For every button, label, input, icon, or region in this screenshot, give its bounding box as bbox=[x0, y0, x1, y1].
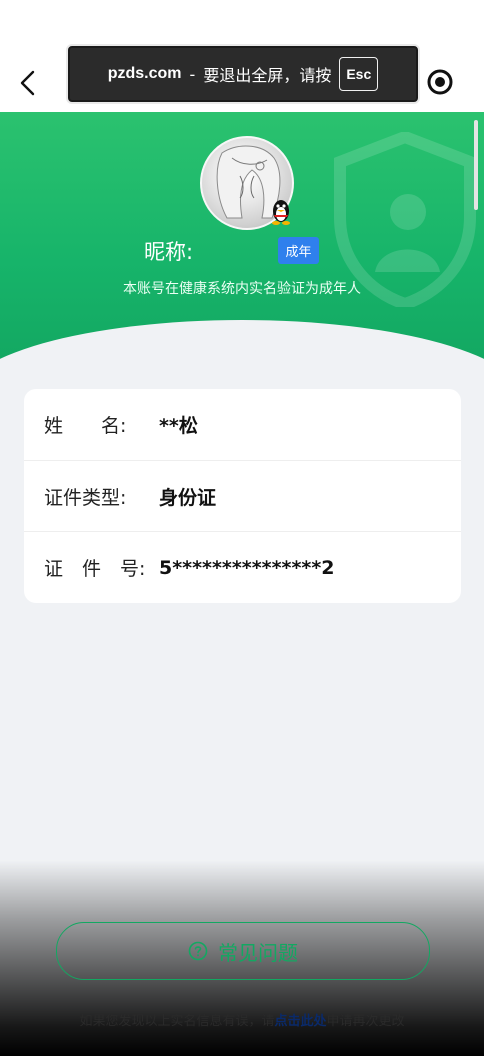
adult-badge: 成年 bbox=[278, 237, 319, 264]
toast-message: 要退出全屏，请按 bbox=[203, 66, 332, 85]
fullscreen-toast: pzds.com - 要退出全屏，请按 Esc bbox=[66, 44, 420, 104]
info-row-name: 姓 名: **松 bbox=[24, 389, 461, 460]
identity-card: 姓 名: **松 证件类型: 身份证 证 件 号: 5*************… bbox=[24, 389, 461, 603]
id-number-label: 证 件 号: bbox=[44, 558, 146, 580]
id-type-value: 身份证 bbox=[159, 487, 217, 509]
correction-hint: 如果您发现以上实名信息有误，请点击此处申请再次更改 bbox=[0, 1010, 484, 1029]
correction-suffix: 申请再次更改 bbox=[326, 1014, 405, 1029]
target-icon[interactable] bbox=[426, 68, 454, 96]
info-row-id-number: 证 件 号: 5***************2 bbox=[24, 531, 461, 603]
esc-key: Esc bbox=[339, 57, 379, 91]
scrollbar[interactable] bbox=[474, 120, 478, 210]
click-here-link[interactable]: 点击此处 bbox=[274, 1014, 326, 1029]
toast-domain: pzds.com bbox=[107, 65, 182, 82]
nickname-label: 昵称: bbox=[144, 240, 194, 264]
chevron-left-icon[interactable] bbox=[18, 70, 38, 96]
toast-separator: - bbox=[189, 64, 196, 84]
name-value: **松 bbox=[159, 415, 198, 437]
correction-prefix: 如果您发现以上实名信息有误，请 bbox=[79, 1014, 275, 1029]
verification-note: 本账号在健康系统内实名验证为成年人 bbox=[123, 281, 361, 297]
id-number-value: 5***************2 bbox=[159, 556, 335, 579]
qq-penguin-icon bbox=[272, 200, 290, 225]
help-circle-icon bbox=[188, 941, 208, 961]
faq-button[interactable]: 常见问题 bbox=[56, 922, 430, 980]
faq-label: 常见问题 bbox=[218, 940, 298, 965]
real-name-info-page: 昵称: 成年 本账号在健康系统内实名验证为成年人 姓 名: **松 证件类型: … bbox=[0, 0, 484, 1056]
info-row-id-type: 证件类型: 身份证 bbox=[24, 460, 461, 532]
id-type-label: 证件类型: bbox=[44, 487, 127, 509]
name-label: 姓 名: bbox=[44, 415, 127, 437]
